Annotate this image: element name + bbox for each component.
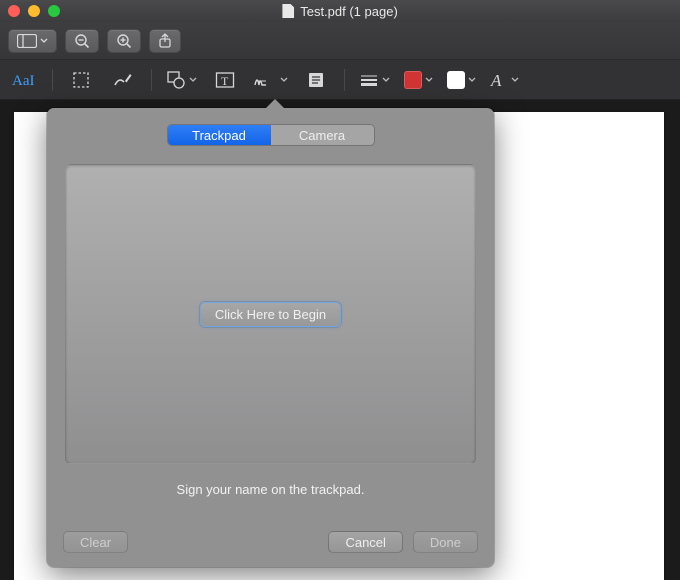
tab-camera[interactable]: Camera (271, 125, 374, 145)
tab-trackpad[interactable]: Trackpad (168, 125, 271, 145)
click-to-begin-button[interactable]: Click Here to Begin (200, 302, 341, 327)
view-mode-button[interactable] (8, 29, 57, 53)
clear-button[interactable]: Clear (63, 531, 128, 553)
document-icon (282, 4, 294, 18)
separator (52, 69, 53, 91)
selection-tool-button[interactable] (67, 66, 95, 94)
text-tool-button[interactable]: AaI (10, 66, 38, 94)
zoom-window-button[interactable] (48, 5, 60, 17)
border-style-button[interactable] (359, 66, 390, 94)
signature-button[interactable] (253, 66, 288, 94)
signature-popover: Trackpad Camera Click Here to Begin Sign… (47, 108, 494, 567)
window-controls (8, 5, 60, 17)
note-button[interactable] (302, 66, 330, 94)
text-box-button[interactable]: T (211, 66, 239, 94)
shapes-button[interactable] (166, 66, 197, 94)
text-style-button[interactable]: A (490, 66, 519, 94)
minimize-window-button[interactable] (28, 5, 40, 17)
border-color-swatch (404, 71, 422, 89)
svg-text:A: A (490, 71, 502, 89)
border-color-button[interactable] (404, 66, 433, 94)
main-toolbar (0, 22, 680, 60)
signature-source-tabs: Trackpad Camera (167, 124, 375, 146)
sketch-tool-button[interactable] (109, 66, 137, 94)
popover-button-row: Clear Cancel Done (63, 531, 478, 553)
zoom-out-button[interactable] (65, 29, 99, 53)
separator (344, 69, 345, 91)
share-button[interactable] (149, 29, 181, 53)
window-title: Test.pdf (1 page) (300, 4, 398, 19)
fill-color-button[interactable] (447, 66, 476, 94)
close-window-button[interactable] (8, 5, 20, 17)
title-group: Test.pdf (1 page) (282, 4, 398, 19)
cancel-button[interactable]: Cancel (328, 531, 402, 553)
done-button[interactable]: Done (413, 531, 478, 553)
instruction-text: Sign your name on the trackpad. (47, 482, 494, 497)
signature-canvas[interactable]: Click Here to Begin (65, 164, 476, 464)
separator (151, 69, 152, 91)
window-titlebar: Test.pdf (1 page) (0, 0, 680, 22)
svg-text:T: T (221, 74, 229, 88)
svg-text:AaI: AaI (12, 73, 35, 89)
markup-toolbar: AaI T (0, 60, 680, 100)
fill-color-swatch (447, 71, 465, 89)
zoom-in-button[interactable] (107, 29, 141, 53)
